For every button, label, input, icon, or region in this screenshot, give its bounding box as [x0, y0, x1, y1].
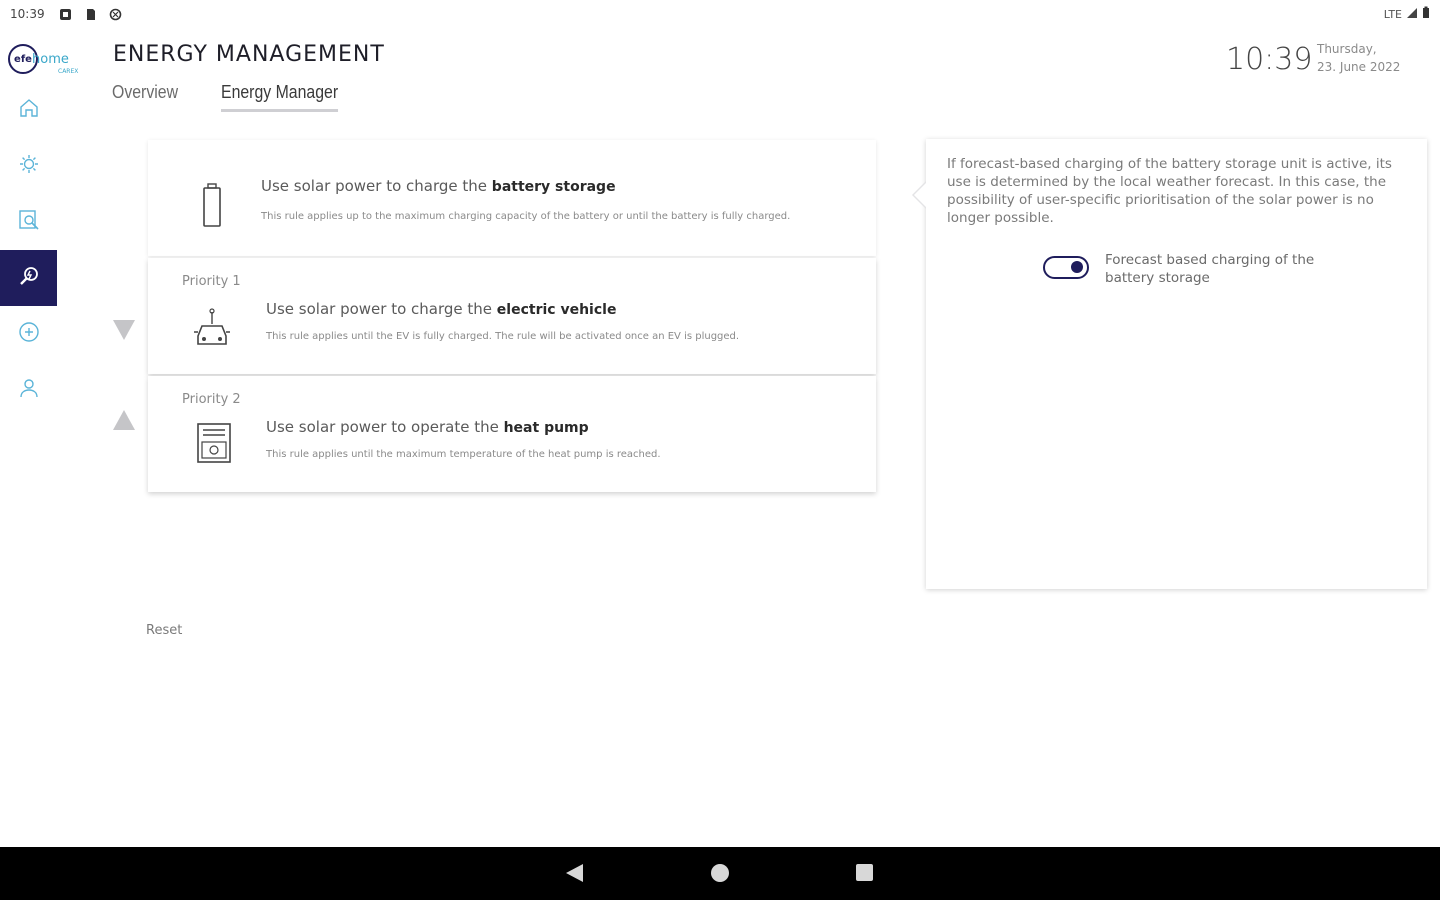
energy-manager-icon [17, 264, 41, 292]
status-right: LTE [1384, 6, 1430, 22]
priority-label: Priority 1 [182, 274, 241, 289]
sun-icon [17, 152, 41, 180]
status-bar: 10:39 LTE [0, 0, 1440, 28]
plus-circle-icon [17, 320, 41, 348]
logo-subtext: CAREX [58, 68, 79, 75]
signal-icon [1406, 7, 1418, 22]
side-navigation [0, 82, 57, 418]
user-icon [17, 376, 41, 404]
analysis-icon [17, 208, 41, 236]
home-button-icon[interactable] [711, 864, 729, 882]
rule-card-battery[interactable]: Use solar power to charge the battery st… [148, 140, 876, 256]
toggle-knob [1071, 261, 1083, 273]
move-up-arrow-icon[interactable] [113, 410, 135, 430]
priority-label: Priority 2 [182, 392, 241, 407]
notification-square-icon [59, 8, 72, 21]
nav-analysis[interactable] [0, 194, 57, 250]
weekday: Thursday, [1317, 42, 1377, 56]
reset-button[interactable]: Reset [146, 623, 182, 638]
forecast-charging-label: Forecast based charging of the battery s… [1105, 252, 1315, 286]
back-icon[interactable] [566, 864, 583, 882]
heat-pump-icon [192, 420, 232, 468]
battery-icon [198, 182, 226, 230]
date: 23. June 2022 [1317, 60, 1401, 74]
tab-bar: Overview Energy Manager [112, 82, 354, 112]
rule-description: This rule applies until the maximum temp… [266, 449, 661, 460]
home-icon [17, 96, 41, 124]
forecast-charging-toggle[interactable] [1043, 256, 1089, 279]
sync-icon [109, 8, 122, 21]
rule-list: Use solar power to charge the battery st… [148, 140, 876, 494]
network-label: LTE [1383, 7, 1402, 21]
logo-text: home [32, 51, 69, 67]
rule-title: Use solar power to charge the electric v… [266, 300, 617, 318]
rule-description: This rule applies up to the maximum char… [261, 211, 791, 222]
app-logo: efe home CAREX [8, 42, 88, 76]
info-text: If forecast-based charging of the batter… [947, 156, 1392, 226]
nav-home[interactable] [0, 82, 57, 138]
rule-title: Use solar power to charge the battery st… [261, 177, 616, 195]
nav-solar[interactable] [0, 138, 57, 194]
info-panel-pointer [912, 181, 927, 209]
clock: 10:39 [1226, 42, 1313, 77]
nav-add[interactable] [0, 306, 57, 362]
info-panel: If forecast-based charging of the batter… [912, 139, 1427, 589]
sd-card-icon [84, 8, 97, 21]
car-icon [192, 302, 232, 350]
nav-user[interactable] [0, 362, 57, 418]
rule-title: Use solar power to operate the heat pump [266, 418, 589, 436]
date-display: Thursday, 23. June 2022 [1317, 40, 1400, 76]
nav-energy-manager[interactable] [0, 250, 57, 306]
tab-energy-manager[interactable]: Energy Manager [221, 82, 339, 112]
page-title: ENERGY MANAGEMENT [113, 42, 385, 67]
rule-description: This rule applies until the EV is fully … [266, 331, 740, 342]
status-time: 10:39 [10, 7, 45, 21]
tab-overview[interactable]: Overview [112, 82, 178, 112]
move-down-arrow-icon[interactable] [113, 320, 135, 340]
system-navigation-bar [0, 847, 1440, 900]
recent-apps-icon[interactable] [856, 864, 873, 881]
rule-card-electric-vehicle[interactable]: Priority 1 Use solar power to charge the… [148, 258, 876, 374]
rule-card-heat-pump[interactable]: Priority 2 Use solar power to operate th… [148, 376, 876, 492]
battery-status-icon [1422, 6, 1430, 22]
